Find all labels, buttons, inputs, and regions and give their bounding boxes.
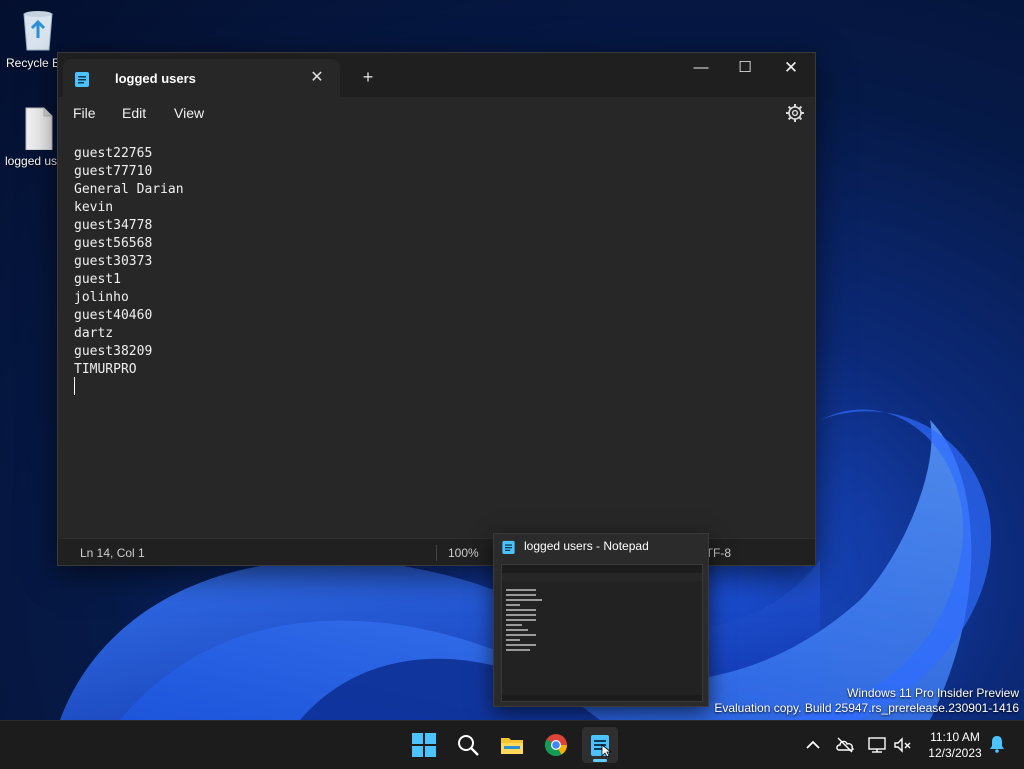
thumbnail-lines [506,589,542,654]
taskbar: 11:10 AM 12/3/2023 [0,720,1024,769]
windows-watermark: Windows 11 Pro Insider Preview Evaluatio… [714,686,1019,716]
notepad-icon [75,72,89,87]
settings-gear-icon[interactable] [785,103,805,123]
menu-file[interactable]: File [67,103,102,123]
text-editor[interactable]: guest22765 guest77710 General Darian kevin g… [58,131,815,539]
editor-line: guest77710 [74,164,153,179]
chrome-button[interactable] [538,727,574,763]
maximize-button[interactable]: ☐ [722,53,768,85]
text-file-icon [18,106,58,151]
watermark-line-2: Evaluation copy. Build 25947.rs_prerelea… [714,701,1019,715]
close-window-button[interactable]: ✕ [768,53,814,85]
editor-line: guest22765 [74,146,153,161]
taskbar-preview-flyout[interactable]: logged users - Notepad [493,533,709,707]
preview-thumbnail[interactable] [501,564,703,702]
start-button[interactable] [406,727,442,763]
menu-edit[interactable]: Edit [116,103,152,123]
editor-line: General Darian [74,182,184,197]
tab-title: logged users [115,71,196,86]
editor-line: guest1 [74,272,121,287]
notepad-icon [502,540,515,554]
status-zoom[interactable]: 100% [448,546,479,560]
chevron-up-icon[interactable] [803,735,823,755]
status-divider [436,545,437,561]
windows-logo-icon [412,733,436,757]
desktop-icon-label: logged users [5,154,61,168]
minimize-button[interactable]: — [678,53,724,85]
notepad-icon [591,735,612,757]
editor-line: TIMURPRO [74,362,137,377]
status-cursor-position: Ln 14, Col 1 [80,546,145,560]
clock-time: 11:10 AM [930,730,980,744]
search-icon [458,735,479,756]
preview-title: logged users - Notepad [524,539,649,553]
folder-icon [501,738,523,754]
active-app-indicator [593,759,607,762]
volume-muted-icon[interactable] [893,735,913,755]
network-icon[interactable] [867,735,887,755]
search-button[interactable] [450,727,486,763]
editor-line: guest30373 [74,254,153,269]
menu-view[interactable]: View [168,103,210,123]
editor-line: dartz [74,326,114,341]
tab-logged-users[interactable]: logged users ✕ [63,59,340,97]
editor-line: guest40460 [74,308,153,323]
menu-bar: File Edit View [58,97,815,131]
editor-line: guest34778 [74,218,153,233]
title-bar[interactable]: logged users ✕ + — ☐ ✕ [58,53,815,97]
watermark-line-1: Windows 11 Pro Insider Preview [847,686,1019,700]
close-tab-icon[interactable]: ✕ [306,67,328,89]
chrome-icon [545,734,567,756]
onedrive-offline-icon[interactable] [835,735,855,755]
notepad-taskbar-button[interactable] [582,727,618,763]
clock-date: 12/3/2023 [928,746,982,760]
editor-line: jolinho [74,290,129,305]
system-clock[interactable]: 11:10 AM 12/3/2023 [922,729,988,761]
notepad-window: logged users ✕ + — ☐ ✕ File Edit View gu… [57,52,816,566]
recycle-bin-icon [18,8,58,52]
editor-line: guest56568 [74,236,153,251]
editor-line: guest38209 [74,344,153,359]
new-tab-button[interactable]: + [356,65,380,89]
editor-text[interactable]: guest22765 guest77710 General Darian kevin g… [74,145,184,379]
file-explorer-button[interactable] [494,727,530,763]
text-caret [74,377,75,395]
notification-bell-icon[interactable] [988,735,1006,753]
editor-line: kevin [74,200,114,215]
